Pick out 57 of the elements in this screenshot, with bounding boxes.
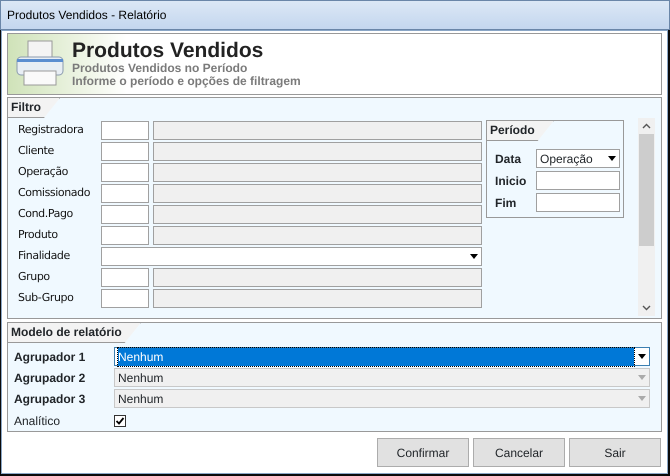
filter-label: Cliente: [18, 143, 55, 160]
scroll-down-icon[interactable]: [642, 305, 651, 311]
date-label: Data: [495, 150, 522, 168]
scrollbar-thumb[interactable]: [639, 134, 654, 246]
start-label: Inicio: [495, 172, 528, 190]
filter-label: Cond.Pago: [18, 206, 74, 222]
end-date-field[interactable]: [536, 193, 620, 212]
description-field[interactable]: [152, 226, 482, 245]
code-field[interactable]: [100, 142, 149, 161]
code-field[interactable]: [100, 121, 149, 140]
dropdown-arrow-icon: [608, 156, 616, 161]
description-field[interactable]: [152, 184, 482, 203]
dialog-button[interactable]: Sair: [569, 438, 661, 467]
description-field[interactable]: [152, 121, 482, 140]
code-field[interactable]: [100, 205, 149, 224]
dropdown-arrow-icon: [638, 396, 646, 401]
scrollbar[interactable]: [638, 118, 655, 316]
filter-label: Sub-Grupo: [18, 290, 74, 306]
filter-label: Finalidade: [18, 248, 71, 264]
code-field[interactable]: [100, 226, 149, 245]
filter-label: Grupo: [18, 269, 51, 286]
description-field[interactable]: [152, 142, 482, 161]
dropdown-arrow-icon: [470, 254, 478, 259]
grouper-label: Agrupador 3: [14, 390, 86, 408]
grouper-label: Agrupador 1: [14, 348, 86, 366]
filter-label: Operação: [18, 164, 69, 180]
dropdown-arrow-icon: [638, 375, 646, 380]
grouper-dropdown[interactable]: Nenhum: [114, 347, 650, 366]
dialog-button[interactable]: Confirmar: [377, 438, 469, 467]
code-field[interactable]: [100, 289, 149, 308]
dialog-button[interactable]: Cancelar: [473, 438, 565, 467]
code-field[interactable]: [100, 184, 149, 203]
dropdown[interactable]: [100, 247, 482, 266]
header-title: Produtos Vendidos: [72, 40, 264, 62]
grouper-label: Agrupador 2: [14, 370, 86, 386]
description-field[interactable]: [152, 163, 482, 182]
description-field[interactable]: [152, 289, 482, 308]
dropdown-arrow-icon: [638, 354, 646, 359]
description-field[interactable]: [152, 205, 482, 224]
date-dropdown[interactable]: Operação: [536, 149, 620, 168]
filter-label: Comissionado: [18, 185, 92, 202]
filter-label: Registradora: [18, 122, 84, 138]
period-tab-label: Período: [487, 121, 554, 141]
report-model-tab-label: Modelo de relatório: [8, 323, 141, 343]
description-field[interactable]: [152, 268, 482, 287]
end-label: Fim: [495, 194, 518, 212]
code-field[interactable]: [100, 268, 149, 287]
start-date-field[interactable]: [536, 171, 620, 190]
header-subtitle: Produtos Vendidos no Período: [72, 62, 248, 75]
analytic-label: Analítico: [14, 413, 62, 430]
analytic-checkbox[interactable]: [114, 415, 126, 427]
header-hint: Informe o período e opções de filtragem: [72, 75, 301, 88]
code-field[interactable]: [100, 163, 149, 182]
filter-label: Produto: [18, 227, 59, 244]
scroll-up-icon[interactable]: [642, 123, 651, 129]
filter-tab-label: Filtro: [8, 98, 60, 118]
window-title: Produtos Vendidos - Relatório: [0, 0, 670, 30]
